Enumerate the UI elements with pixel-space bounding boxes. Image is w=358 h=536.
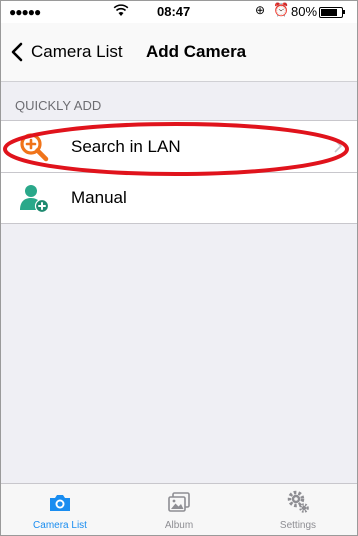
tab-bar: Camera List Album Settings	[1, 483, 357, 535]
status-time: 08:47	[157, 4, 191, 19]
list-item-label: Manual	[71, 188, 127, 207]
tab-settings[interactable]: Settings	[239, 484, 357, 535]
tab-label: Album	[164, 520, 194, 531]
list-item-manual[interactable]: Manual	[1, 172, 357, 223]
status-bar: ●●●●● 08:47 ⊕ ⏰ 80%	[1, 1, 357, 23]
list-item-label: Search in LAN	[71, 137, 181, 156]
section-header: QUICKLY ADD	[15, 98, 102, 113]
battery-level	[321, 9, 337, 16]
gear-icon	[287, 490, 309, 513]
wifi-icon	[113, 4, 129, 16]
page-title: Add Camera	[146, 42, 247, 61]
tab-label: Camera List	[33, 520, 87, 531]
back-button-label: Camera List	[31, 42, 123, 61]
signal-strength: ●●●●●	[9, 5, 41, 19]
tab-album[interactable]: Album	[120, 484, 238, 535]
list-item-search-lan[interactable]: Search in LAN	[1, 121, 357, 172]
navigation-bar: Camera List Add Camera	[1, 23, 357, 82]
rotation-lock-icon: ⊕	[255, 3, 266, 17]
alarm-icon: ⏰	[273, 2, 290, 17]
battery-tip	[343, 10, 345, 14]
chevron-right-icon	[334, 139, 343, 153]
chevron-left-icon	[11, 42, 23, 62]
tab-label: Settings	[279, 520, 317, 531]
app-screen: ●●●●● 08:47 ⊕ ⏰ 80% Camera List Add Came…	[0, 0, 358, 536]
add-user-icon	[20, 185, 49, 213]
back-button[interactable]: Camera List	[7, 39, 123, 65]
camera-icon	[50, 495, 70, 511]
battery-icon	[319, 7, 343, 18]
battery-percent: 80%	[291, 4, 318, 19]
search-add-icon	[20, 133, 49, 162]
album-icon	[168, 492, 190, 512]
tab-camera-list[interactable]: Camera List	[1, 484, 119, 535]
quick-add-list: Search in LAN Manual	[1, 120, 357, 224]
